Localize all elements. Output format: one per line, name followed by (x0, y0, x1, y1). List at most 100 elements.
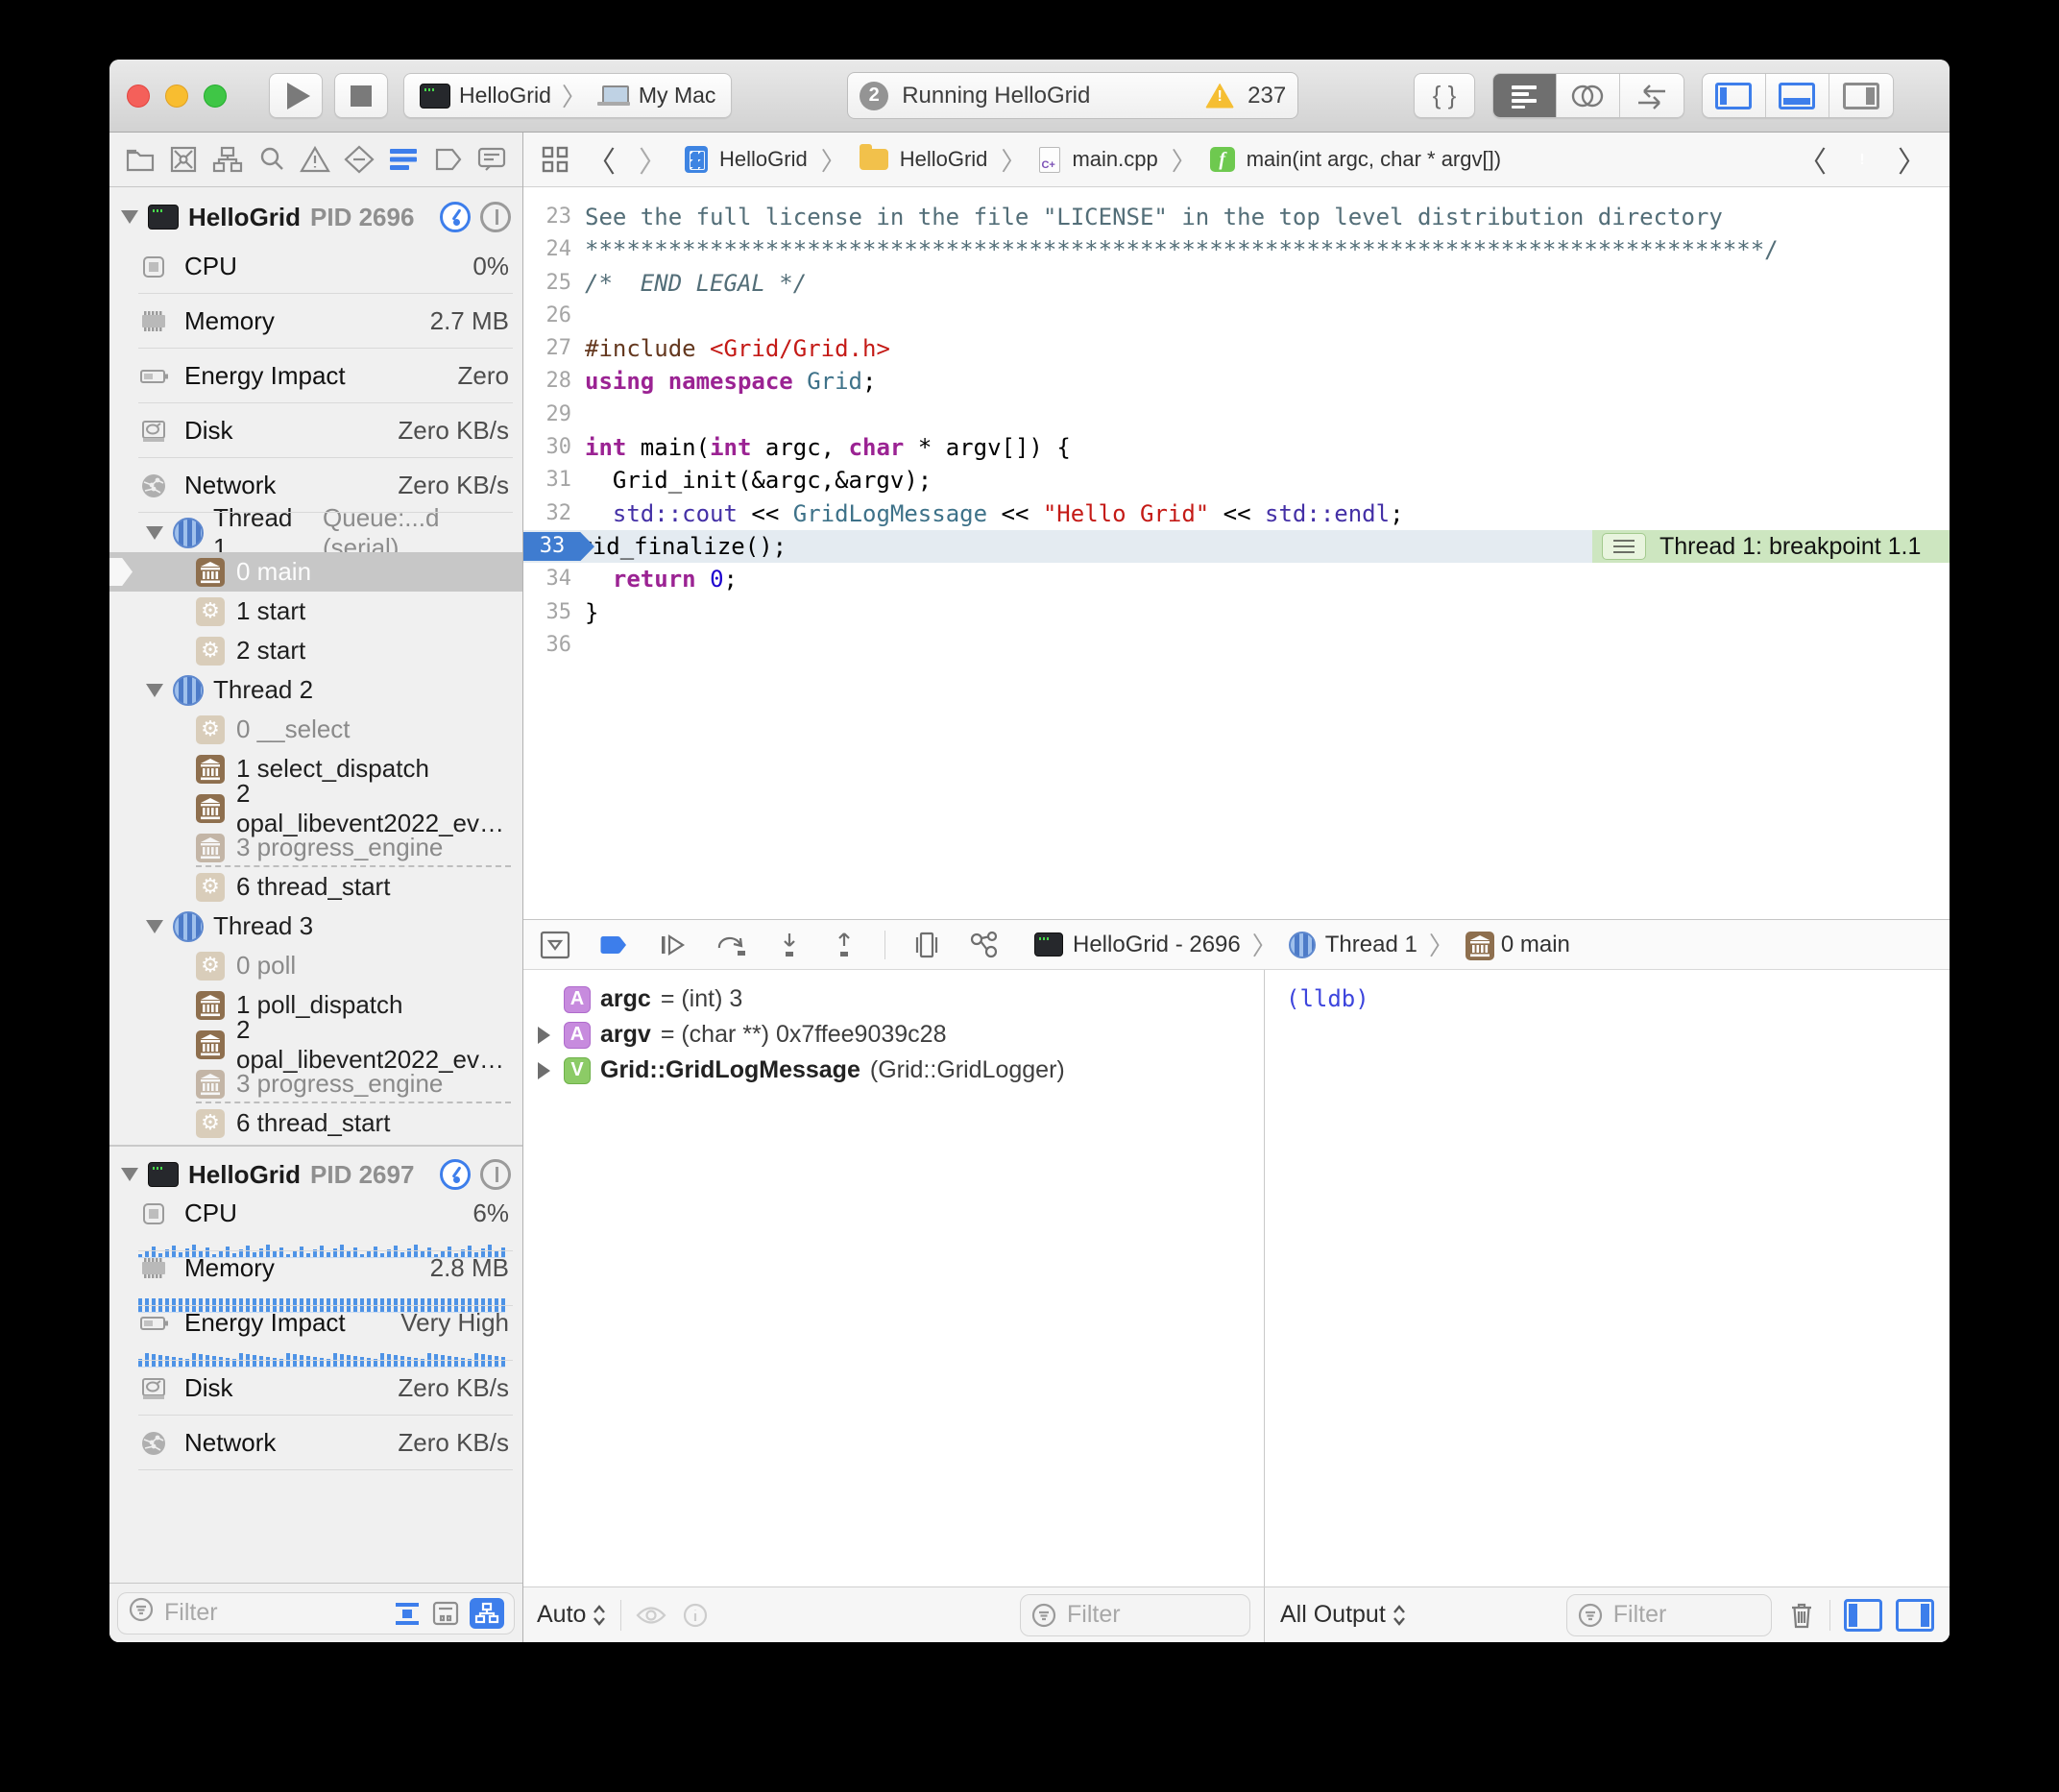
find-navigator-icon[interactable] (257, 145, 286, 174)
variable-row[interactable]: Aargv = (char **) 0x7ffee9039c28 (533, 1017, 1264, 1053)
gauge-row[interactable]: NetworkZero KB/s (109, 458, 522, 513)
warning-icon[interactable]: ! (1205, 84, 1234, 109)
disclosure-triangle-icon[interactable] (538, 1027, 550, 1044)
toggle-debug-area-button[interactable] (1766, 74, 1829, 117)
view-process-by-thread-button[interactable] (470, 1598, 504, 1629)
line-number[interactable]: 25 (523, 267, 571, 300)
disclosure-triangle-icon[interactable] (538, 1062, 550, 1079)
line-number[interactable]: 27 (523, 332, 571, 365)
zoom-window-button[interactable] (204, 85, 227, 108)
step-out-icon[interactable] (830, 931, 859, 959)
jumpbar-project[interactable]: HelloGrid (719, 147, 808, 172)
gauge-row[interactable]: Memory2.7 MB (109, 294, 522, 349)
source-editor[interactable]: 23See the full license in the file "LICE… (523, 187, 1950, 919)
related-items-icon[interactable] (541, 145, 569, 174)
next-issue-button[interactable]: 〉 (1892, 138, 1932, 181)
minimize-window-button[interactable] (165, 85, 188, 108)
breakpoint-menu-button[interactable] (1602, 533, 1646, 560)
variables-filter-field[interactable]: Filter (1020, 1594, 1250, 1636)
version-editor-button[interactable] (1620, 74, 1684, 117)
scheme-selector[interactable]: HelloGrid 〉 My Mac (403, 73, 732, 118)
gauge-row[interactable]: Energy ImpactZero (109, 349, 522, 403)
disclosure-triangle-icon[interactable] (146, 684, 163, 697)
variables-scope-popup[interactable]: Auto (537, 1601, 607, 1629)
toggle-inspector-button[interactable] (1829, 74, 1893, 117)
step-into-icon[interactable] (775, 931, 804, 959)
trash-icon[interactable] (1787, 1600, 1816, 1631)
line-number[interactable]: 31 (523, 464, 571, 496)
variable-row[interactable]: Aargc = (int) 3 (533, 981, 1264, 1017)
jumpbar-symbol[interactable]: main(int argc, char * argv[]) (1247, 147, 1501, 172)
disclosure-triangle-icon[interactable] (121, 1168, 138, 1181)
jumpbar-group[interactable]: HelloGrid (900, 147, 988, 172)
navigator-filter-field[interactable]: Filter (117, 1592, 515, 1635)
previous-issue-button[interactable]: 〈 (1792, 138, 1832, 181)
line-number[interactable]: 24 (523, 233, 571, 266)
stack-frame-row[interactable]: ⚙0 __select (109, 710, 522, 749)
process-row[interactable]: HelloGridPID 2697 (109, 1152, 522, 1197)
thread-mode-button[interactable] (480, 202, 511, 232)
stack-frame-row[interactable]: ⚙1 start (109, 592, 522, 631)
stack-frame-row[interactable]: 2 opal_libevent2022_ev… (109, 788, 522, 828)
disclosure-triangle-icon[interactable] (121, 210, 138, 224)
stack-frame-row[interactable]: ⚙2 start (109, 631, 522, 670)
close-window-button[interactable] (127, 85, 150, 108)
show-variables-view-toggle[interactable] (1844, 1599, 1882, 1632)
code-snippets-button[interactable]: { } (1414, 73, 1475, 118)
stack-frame-row[interactable]: ⚙0 poll (109, 946, 522, 985)
stack-frame-row[interactable]: ⚙6 thread_start (109, 867, 522, 907)
line-number[interactable]: 32 (523, 497, 571, 530)
line-number[interactable]: 28 (523, 365, 571, 398)
stop-button[interactable] (334, 73, 388, 118)
view-hierarchy-icon[interactable] (911, 930, 942, 960)
variable-row[interactable]: VGrid::GridLogMessage (Grid::GridLogger) (533, 1053, 1264, 1088)
continue-icon[interactable] (656, 931, 689, 959)
activity-viewer[interactable]: 2 Running HelloGrid ! 237 (847, 72, 1298, 119)
line-number[interactable]: 36 (523, 629, 571, 662)
variables-view[interactable]: Aargc = (int) 3Aargv = (char **) 0x7ffee… (523, 970, 1265, 1586)
symbol-navigator-icon[interactable] (211, 145, 244, 174)
test-navigator-icon[interactable] (344, 145, 375, 174)
assistant-editor-button[interactable] (1557, 74, 1620, 117)
info-icon[interactable] (681, 1601, 710, 1630)
gauge-row[interactable]: DiskZero KB/s (109, 1361, 522, 1416)
breadcrumb-process[interactable]: HelloGrid - 2696 (1073, 932, 1241, 958)
line-number[interactable]: 29 (523, 399, 571, 431)
disclosure-triangle-icon[interactable] (146, 526, 163, 540)
breakpoint-annotation[interactable]: Thread 1: breakpoint 1.1 (1592, 530, 1950, 563)
flatten-frames-icon[interactable] (393, 1599, 422, 1628)
breakpoints-enabled-icon[interactable] (597, 931, 630, 959)
process-row[interactable]: HelloGridPID 2696 (109, 195, 522, 239)
line-number[interactable]: 26 (523, 300, 571, 332)
line-number[interactable]: 23 (523, 201, 571, 233)
hide-debug-area-icon[interactable] (539, 930, 571, 960)
issue-navigator-icon[interactable] (300, 145, 330, 174)
thread-row[interactable]: Thread 2 (109, 670, 522, 710)
console-view[interactable]: (lldb) (1265, 970, 1950, 1586)
project-navigator-icon[interactable] (125, 145, 156, 174)
gauge-row[interactable]: DiskZero KB/s (109, 403, 522, 458)
memory-graph-icon[interactable] (968, 930, 1001, 960)
current-line-badge[interactable]: 33 (523, 532, 594, 561)
debug-navigator-icon[interactable] (388, 145, 419, 174)
standard-editor-button[interactable] (1493, 74, 1557, 117)
back-button[interactable]: 〈 (581, 138, 621, 181)
jumpbar-file[interactable]: main.cpp (1072, 147, 1157, 172)
stack-frame-row[interactable]: ⚙6 thread_start (109, 1103, 522, 1143)
gauge-mode-button[interactable] (440, 1159, 471, 1190)
report-navigator-icon[interactable] (476, 145, 507, 174)
disclosure-triangle-icon[interactable] (146, 920, 163, 933)
toggle-navigator-button[interactable] (1703, 74, 1766, 117)
line-number[interactable]: 30 (523, 431, 571, 464)
quicklook-eye-icon[interactable] (635, 1603, 667, 1628)
thread-mode-button[interactable] (480, 1159, 511, 1190)
gauge-row[interactable]: NetworkZero KB/s (109, 1416, 522, 1470)
breadcrumb-frame[interactable]: 0 main (1501, 932, 1570, 958)
breadcrumb-thread[interactable]: Thread 1 (1325, 932, 1417, 958)
crashed-threads-icon[interactable] (431, 1599, 460, 1628)
line-number[interactable]: 34 (523, 563, 571, 595)
forward-button[interactable]: 〉 (633, 138, 673, 181)
stack-frame-row[interactable]: 0 main (109, 552, 522, 592)
console-filter-field[interactable]: Filter (1566, 1594, 1772, 1636)
gauge-row[interactable]: Memory2.8 MB (109, 1251, 522, 1306)
